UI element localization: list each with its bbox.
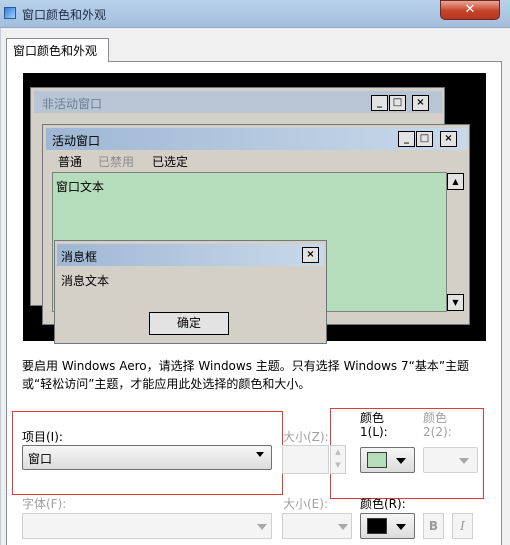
italic-button[interactable]: I — [452, 513, 473, 539]
close-button[interactable]: ✕ — [440, 0, 500, 20]
font-select[interactable] — [22, 513, 272, 539]
scroll-down-icon[interactable]: ▼ — [447, 294, 464, 311]
chevron-down-icon — [396, 524, 406, 530]
window-text: 窗口文本 — [56, 180, 105, 194]
font-label: 字体(F): — [22, 497, 67, 511]
inactive-window-title: 非活动窗口 — [42, 97, 103, 111]
menu-item-normal[interactable]: 普通 — [58, 153, 82, 170]
chevron-down-icon — [257, 524, 267, 530]
color1-swatch — [367, 452, 387, 468]
message-text: 消息文本 — [61, 274, 110, 288]
chevron-down-icon — [338, 524, 348, 530]
tab-window-color-appearance[interactable]: 窗口颜色和外观 — [6, 38, 109, 62]
active-minimize-icon: _ — [398, 131, 415, 147]
message-box-titlebar[interactable] — [57, 244, 324, 266]
app-icon — [4, 7, 16, 19]
font-size-label: 大小(E): — [283, 497, 328, 511]
active-window-title: 活动窗口 — [52, 134, 101, 148]
size-input[interactable] — [282, 445, 329, 474]
font-color-swatch — [367, 518, 387, 534]
color2-button[interactable] — [423, 447, 478, 473]
chevron-down-icon — [396, 458, 406, 464]
scroll-up-icon[interactable]: ▲ — [447, 173, 464, 190]
bold-button[interactable]: B — [423, 513, 444, 539]
menu-item-selected[interactable]: 已选定 — [152, 153, 188, 170]
ok-button-preview[interactable]: 确定 — [149, 312, 229, 335]
chevron-down-icon — [459, 458, 469, 464]
menu-item-disabled[interactable]: 已禁用 — [98, 153, 134, 170]
inactive-minimize-icon: _ — [371, 95, 388, 111]
aero-notice: 要启用 Windows Aero，请选择 Windows 主题。只有选择 Win… — [22, 359, 470, 391]
item-select[interactable]: 窗口 — [22, 445, 272, 470]
font-color-label: 颜色(R): — [360, 497, 406, 511]
color2-label-line1: 颜色 — [423, 411, 448, 425]
size-label: 大小(Z): — [283, 430, 329, 444]
active-close-icon: × — [440, 131, 457, 147]
color2-label-line2: 2(2): — [423, 425, 452, 439]
item-label: 项目(I): — [22, 430, 63, 444]
inactive-close-icon: × — [412, 95, 429, 111]
color1-label-line2: 1(L): — [360, 425, 388, 439]
preview-scrollbar[interactable] — [446, 172, 465, 312]
chevron-down-icon — [256, 452, 264, 457]
inactive-maximize-icon: □ — [389, 95, 406, 111]
size-spinner[interactable]: ▲ ▼ — [330, 445, 346, 474]
message-box-title: 消息框 — [61, 250, 98, 264]
message-box-close-icon: × — [302, 247, 319, 263]
window-title: 窗口颜色和外观 — [22, 8, 107, 22]
color1-label-line1: 颜色 — [360, 411, 385, 425]
active-maximize-icon: □ — [416, 131, 433, 147]
